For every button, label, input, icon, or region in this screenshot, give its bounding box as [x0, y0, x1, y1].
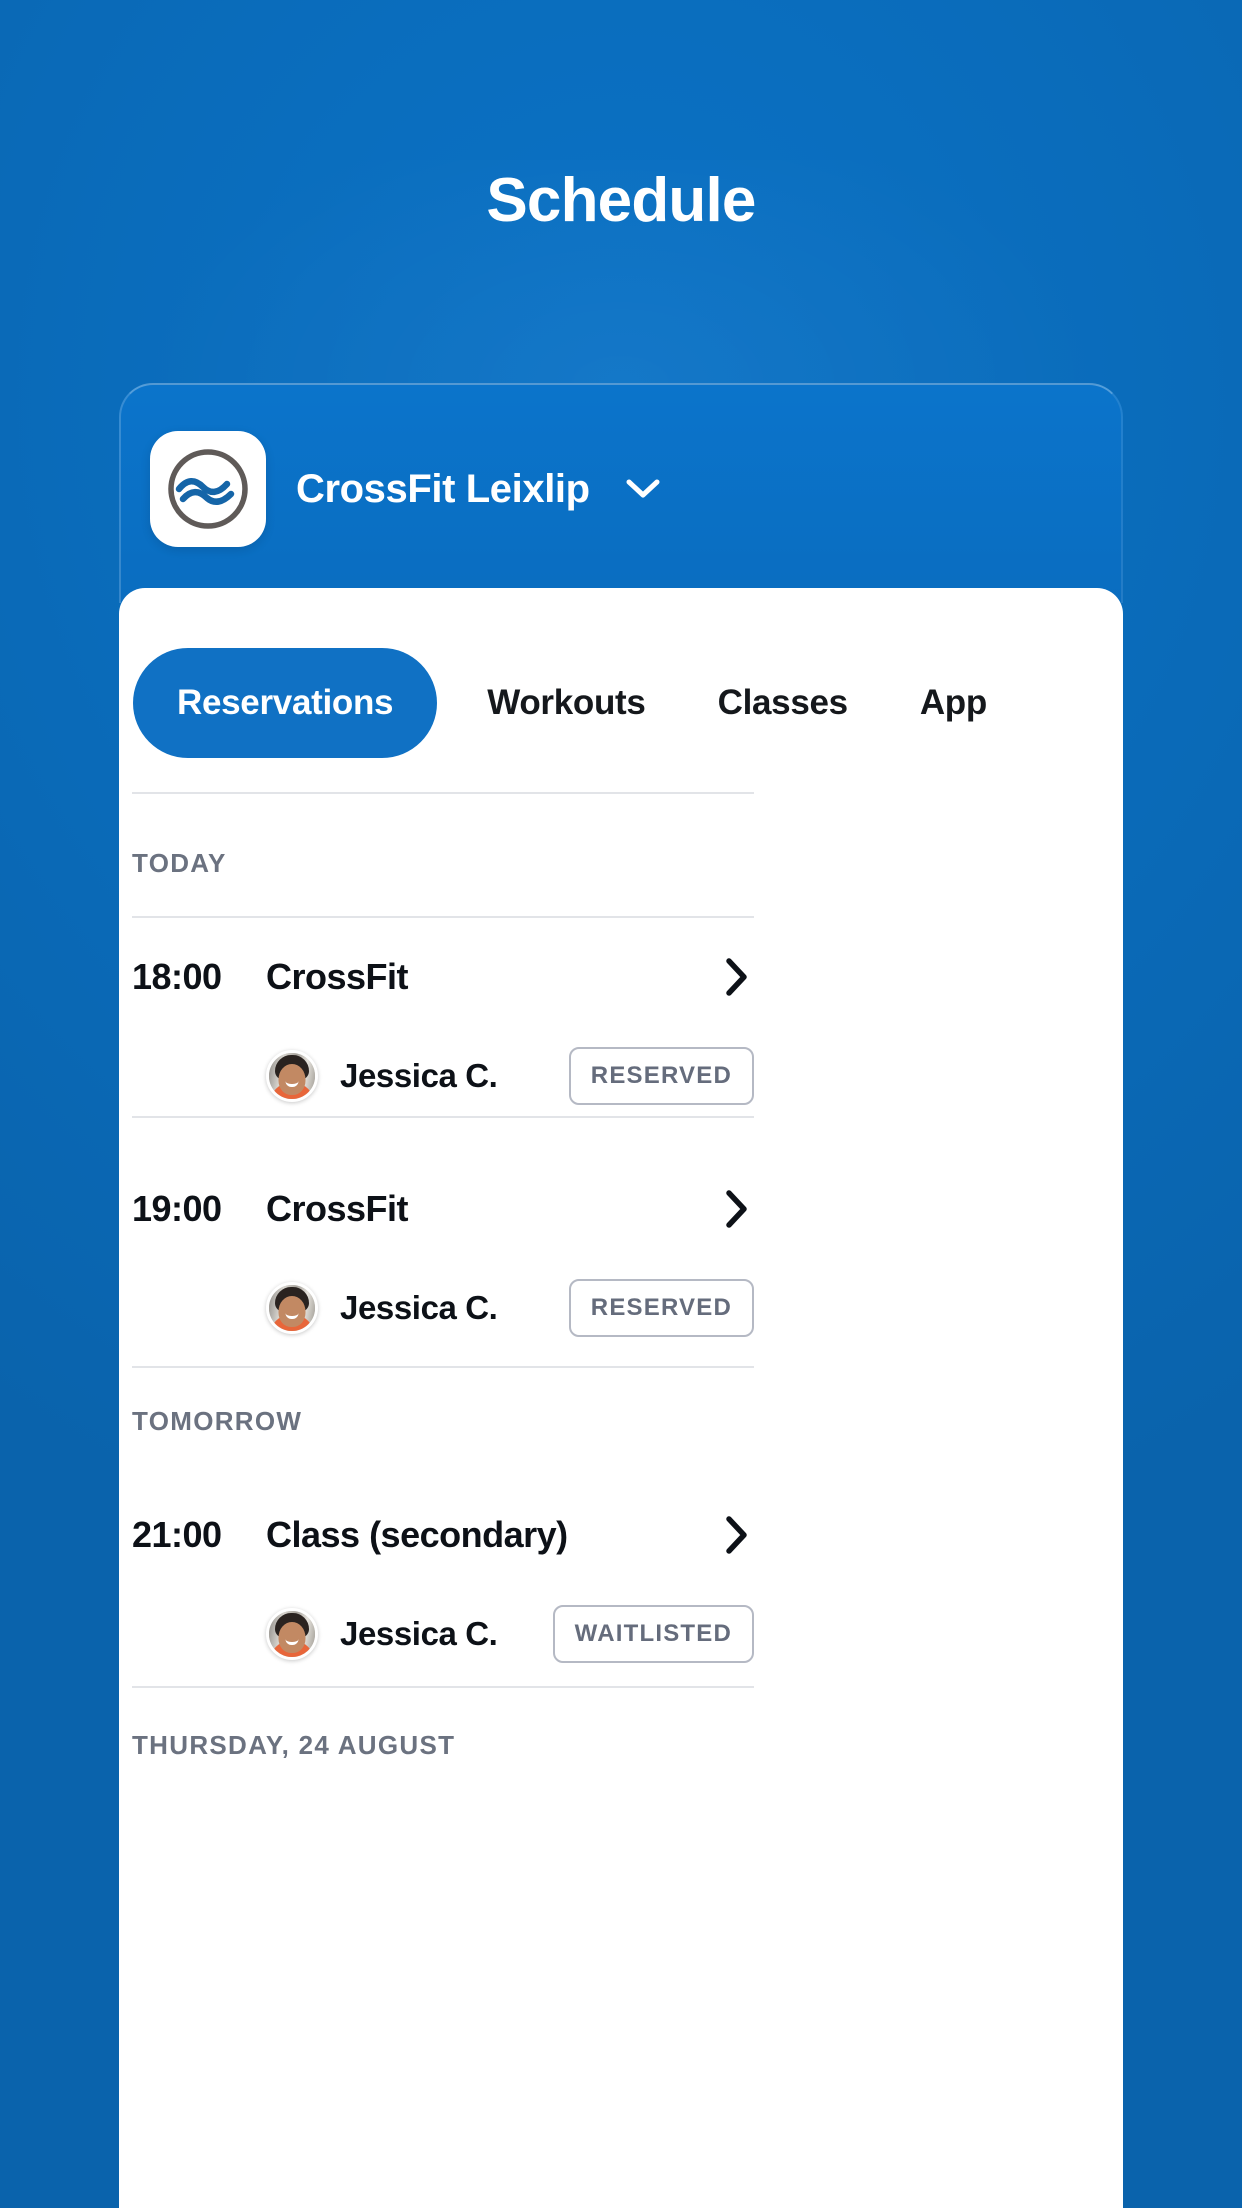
chevron-right-icon[interactable]	[720, 955, 754, 999]
class-row[interactable]: 18:00 CrossFit	[132, 948, 754, 1006]
chevron-down-icon[interactable]	[624, 470, 662, 508]
class-row[interactable]: 21:00 Class (secondary)	[132, 1506, 754, 1564]
gym-selector-card[interactable]: CrossFit Leixlip	[119, 383, 1123, 603]
attendee-name: Jessica C.	[340, 1057, 498, 1094]
user-avatar	[266, 1050, 318, 1102]
class-row[interactable]: 19:00 CrossFit	[132, 1180, 754, 1238]
wave-circle-logo-icon	[150, 431, 266, 547]
content-sheet: Reservations Workouts Classes App TODAY …	[119, 588, 1123, 2208]
status-badge[interactable]: WAITLISTED	[552, 1605, 754, 1663]
tabs-divider	[132, 792, 754, 794]
class-time: 19:00	[132, 1188, 222, 1229]
user-avatar	[266, 1608, 318, 1660]
row-separator	[132, 916, 754, 918]
class-time: 21:00	[132, 1514, 222, 1555]
status-badge[interactable]: RESERVED	[568, 1279, 754, 1337]
day-heading-thursday: THURSDAY, 24 AUGUST	[132, 1730, 456, 1760]
class-time: 18:00	[132, 956, 222, 997]
attendee-row[interactable]: Jessica C. RESERVED	[132, 1047, 754, 1105]
day-heading-today: TODAY	[132, 848, 227, 878]
section-separator	[132, 1366, 754, 1368]
tab-workouts[interactable]: Workouts	[465, 648, 667, 758]
row-separator	[132, 1116, 754, 1118]
status-badge[interactable]: RESERVED	[568, 1047, 754, 1105]
chevron-right-icon[interactable]	[720, 1187, 754, 1231]
class-name: CrossFit	[266, 956, 409, 997]
tab-bar[interactable]: Reservations Workouts Classes App	[119, 648, 1123, 758]
day-heading-tomorrow: TOMORROW	[132, 1406, 303, 1436]
tab-app[interactable]: App	[898, 648, 1009, 758]
attendee-name: Jessica C.	[340, 1615, 498, 1652]
attendee-row[interactable]: Jessica C. RESERVED	[132, 1279, 754, 1337]
attendee-row[interactable]: Jessica C. WAITLISTED	[132, 1605, 754, 1663]
class-name: Class (secondary)	[266, 1514, 568, 1555]
class-name: CrossFit	[266, 1188, 409, 1229]
tab-reservations[interactable]: Reservations	[133, 648, 438, 758]
section-separator	[132, 1686, 754, 1688]
attendee-name: Jessica C.	[340, 1289, 498, 1326]
gym-name-label: CrossFit Leixlip	[296, 466, 590, 511]
chevron-right-icon[interactable]	[720, 1513, 754, 1557]
page-title: Schedule	[486, 166, 756, 235]
gym-selector-row[interactable]: CrossFit Leixlip	[150, 431, 662, 547]
user-avatar	[266, 1282, 318, 1334]
tab-classes[interactable]: Classes	[696, 648, 870, 758]
